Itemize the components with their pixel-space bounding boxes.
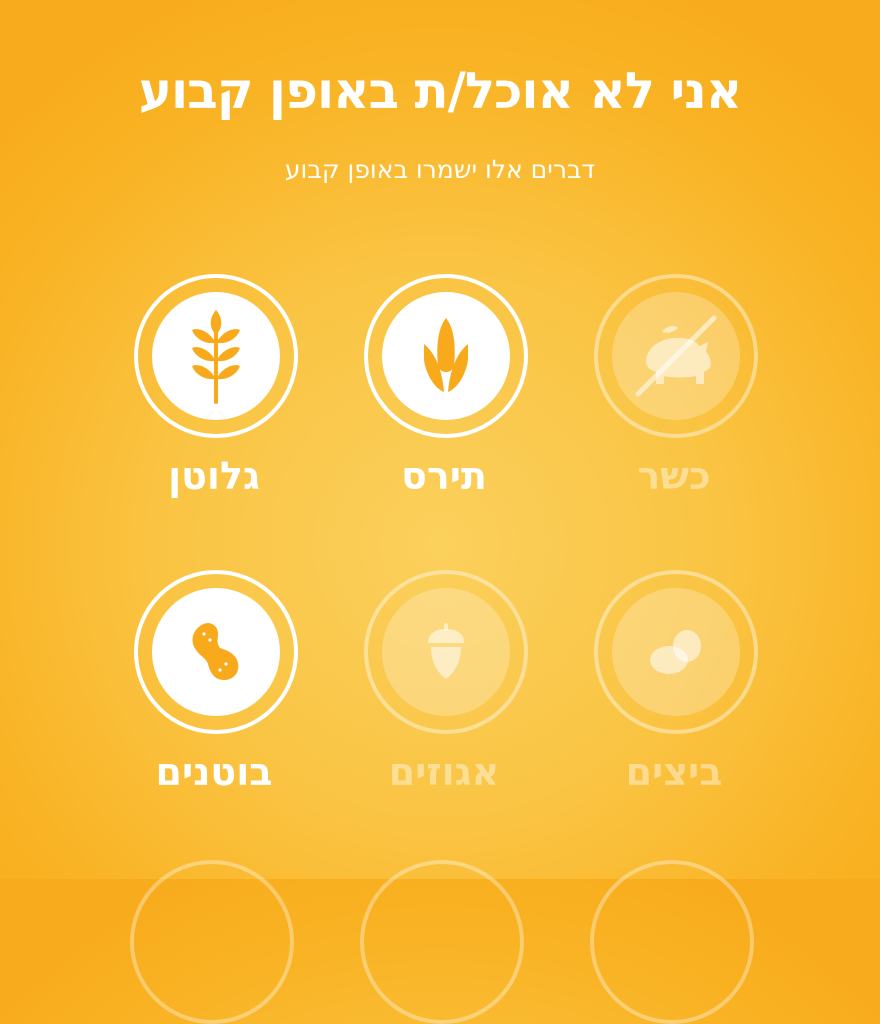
option-ring-partial <box>590 860 754 1024</box>
option-label: אגוזים <box>388 750 500 794</box>
option-corn[interactable]: תירס <box>344 274 544 534</box>
corn-icon <box>424 318 468 392</box>
option-ring <box>594 570 758 734</box>
option-disc <box>152 292 280 420</box>
option-ring <box>594 274 758 438</box>
acorn-icon <box>428 623 464 679</box>
option-label: בוטנים <box>155 750 273 794</box>
option-kosher[interactable]: כשר <box>574 274 774 534</box>
option-ring <box>364 570 528 734</box>
option-label: ביצים <box>625 750 723 794</box>
option-eggs[interactable]: ביצים <box>574 570 774 830</box>
option-label: כשר <box>637 454 711 498</box>
page-title: אני לא אוכל/ת באופן קבוע <box>138 62 743 120</box>
option-nuts[interactable]: אגוזים <box>344 570 544 830</box>
eggs-icon <box>650 630 701 674</box>
option-ring <box>134 570 298 734</box>
option-gluten[interactable]: גלוטן <box>114 274 314 534</box>
option-disc <box>152 588 280 716</box>
option-ring-partial <box>130 860 294 1024</box>
option-peanuts[interactable]: בוטנים <box>114 570 314 830</box>
option-disc <box>382 588 510 716</box>
option-disc <box>382 292 510 420</box>
page-subtitle: דברים אלו ישמרו באופן קבוע <box>284 155 596 184</box>
wheat-icon <box>192 310 240 404</box>
option-ring <box>364 274 528 438</box>
option-ring-partial <box>360 860 524 1024</box>
option-label: גלוטן <box>168 454 260 498</box>
option-label: תירס <box>401 454 487 498</box>
option-disc <box>612 588 740 716</box>
no-pork-icon <box>635 315 717 397</box>
option-ring <box>134 274 298 438</box>
peanut-icon <box>192 623 239 680</box>
option-disc <box>612 292 740 420</box>
